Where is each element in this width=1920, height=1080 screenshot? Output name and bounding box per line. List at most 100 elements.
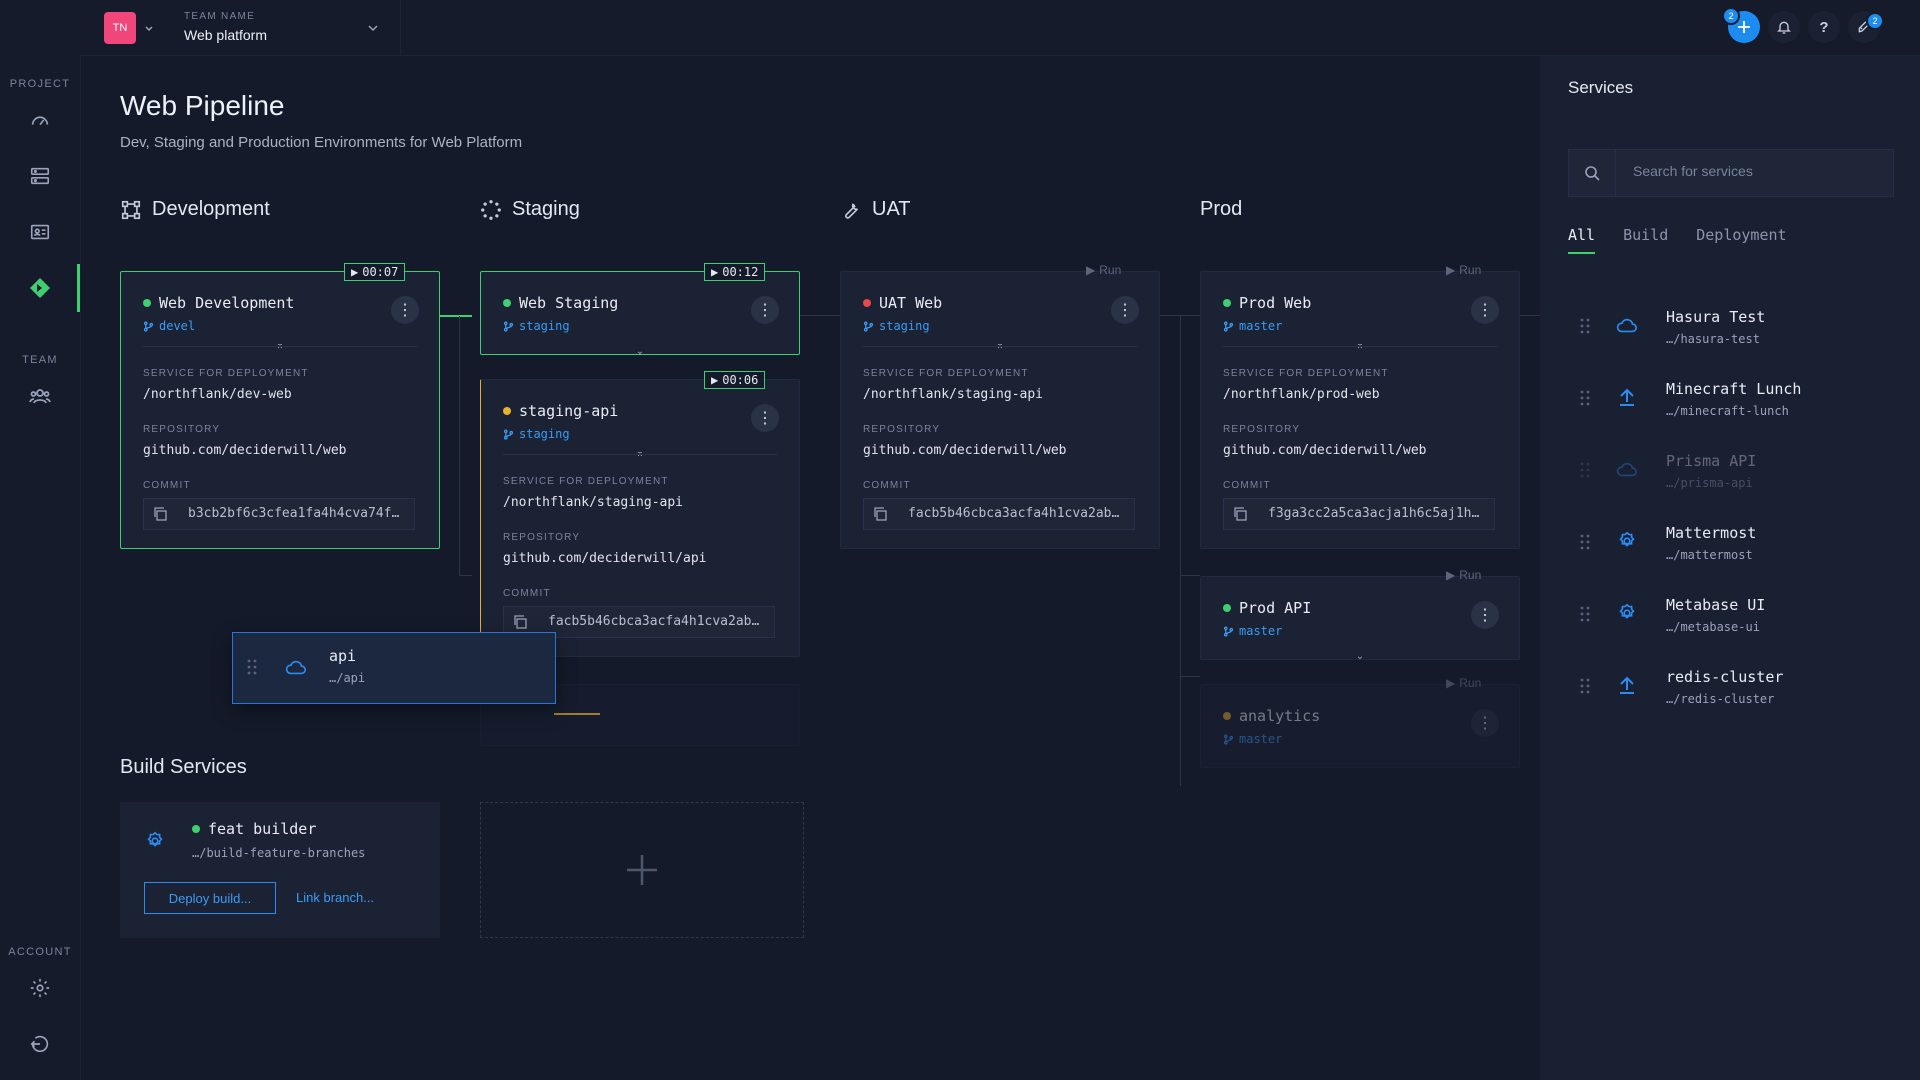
team-switcher[interactable]: TN TEAM NAME Web platform [104,0,400,55]
search-input[interactable] [1631,162,1885,180]
run-button[interactable]: ▶ Run [1446,568,1481,582]
service-item-metabase-ui[interactable]: Metabase UI …/metabase-ui [1568,584,1892,648]
column-header-uat: UAT [840,198,911,221]
timer-badge: ▶ 00:12 [704,263,766,281]
service-path: …/prisma-api [1666,476,1753,490]
commit-field[interactable]: f3ga3cc2a5ca3acja1h6c5aj1h… [1223,498,1495,530]
card-web-development[interactable]: Web Development devel ⋮ ⌅ SERVICE FOR DE… [120,271,440,549]
column-title: Staging [512,198,580,220]
run-button[interactable]: ▶ Run [1446,676,1481,690]
branch-link[interactable]: staging [863,319,930,333]
service-name: Minecraft Lunch [1666,380,1802,398]
gear-icon [1614,600,1640,626]
chevron-down-icon [368,25,378,32]
build-services-title: Build Services [120,756,247,778]
drag-handle-icon[interactable] [1580,534,1590,550]
card-prod-web[interactable]: Prod Web master ⋮ ⌅ SERVICE FOR DEPLOYME… [1200,271,1520,549]
connector-prod-end [1520,315,1540,316]
deploy-build-button[interactable]: Deploy build... [144,882,276,914]
card-web-staging[interactable]: Web Staging staging ⋮ ⌄ [480,271,800,357]
service-item-minecraft-lunch[interactable]: Minecraft Lunch …/minecraft-lunch [1568,368,1892,432]
services-tabs: All Build Deployment [1568,226,1787,254]
drag-handle-icon[interactable] [1580,390,1590,406]
card-menu-button[interactable]: ⋮ [751,404,779,432]
expand-icon[interactable]: ⌄ [1356,651,1364,662]
tab-build[interactable]: Build [1623,226,1668,254]
branch-link[interactable]: staging [503,427,570,441]
help-button[interactable]: ? [1808,11,1840,43]
run-button[interactable]: ▶ Run [1086,263,1121,277]
card-menu-button[interactable]: ⋮ [1111,296,1139,324]
card-menu-button[interactable]: ⋮ [1471,601,1499,629]
service-item-hasura-test[interactable]: Hasura Test …/hasura-test [1568,296,1892,360]
drag-handle-icon[interactable] [1580,318,1590,334]
card-menu-button[interactable]: ⋮ [391,296,419,324]
card-name: UAT Web [879,294,943,312]
repository-value: github.com/deciderwill/api [503,551,707,566]
git-branch-icon [143,320,154,332]
add-build-service-tile[interactable] [480,802,804,938]
branch-link[interactable]: staging [503,319,570,333]
branch-name: master [1239,624,1283,638]
connector-dev-vertical [459,316,460,576]
drag-handle-icon[interactable] [1580,462,1590,478]
commit-hash: facb5b46cbca3acfa4h1cva2ab… [548,614,760,629]
left-sidebar: PROJECT TEAM ACCOUNT [0,0,81,1080]
card-uat-web[interactable]: UAT Web staging ⋮ ⌅ SERVICE FOR DEPLOYME… [840,271,1160,549]
repository-label: REPOSITORY [503,532,581,543]
card-menu-button[interactable]: ⋮ [1471,296,1499,324]
status-dot [503,299,511,307]
branch-link[interactable]: master [1223,732,1282,746]
branch-link[interactable]: master [1223,319,1282,333]
drag-handle-icon[interactable] [1580,678,1590,694]
branch-link[interactable]: devel [143,319,195,333]
services-nav-button[interactable] [24,160,56,192]
dragged-service-card[interactable]: api …/api [232,632,556,704]
commit-label: COMMIT [863,480,911,491]
tab-all[interactable]: All [1568,226,1596,254]
settings-icon [30,978,50,998]
link-branch-button[interactable]: Link branch... [296,882,374,912]
card-staging-api[interactable]: staging-api staging ⋮ ⌅ SERVICE FOR DEPL… [480,379,800,657]
notifications-button[interactable] [1768,11,1800,43]
logout-nav-button[interactable] [24,1028,56,1060]
settings-nav-button[interactable] [24,972,56,1004]
status-dot [1223,604,1231,612]
card-name: staging-api [519,402,619,420]
tab-deployment[interactable]: Deployment [1696,226,1786,254]
kebab-icon: ⋮ [757,410,773,427]
pipeline-nav-button[interactable] [24,272,56,304]
cloud-icon [1614,456,1640,482]
team-nav-button[interactable] [24,380,56,412]
column-header-prod: Prod [1200,198,1242,221]
card-name: analytics [1239,707,1321,725]
card-prod-api[interactable]: Prod API master ⋮ ⌄ [1200,576,1520,662]
repository-value: github.com/deciderwill/web [143,443,347,458]
service-item-prisma-api[interactable]: Prisma API …/prisma-api [1568,440,1892,504]
commit-field[interactable]: b3cb2bf6c3cfea1fa4h4cva74f… [143,498,415,530]
service-item-mattermost[interactable]: Mattermost …/mattermost [1568,512,1892,576]
kebab-icon: ⋮ [1477,302,1493,319]
service-item-redis-cluster[interactable]: redis-cluster …/redis-cluster [1568,656,1892,720]
card-name: Web Staging [519,294,619,312]
play-icon: ▶ [351,265,359,279]
drag-handle-icon[interactable] [1580,606,1590,622]
services-icon [30,167,50,185]
commit-field[interactable]: facb5b46cbca3acfa4h1cva2ab… [863,498,1135,530]
column-header-staging: Staging [480,198,580,221]
status-dot [1223,299,1231,307]
service-name: Hasura Test [1666,308,1766,326]
staging-icon [481,199,501,220]
dashboard-nav-button[interactable] [24,104,56,136]
contacts-nav-button[interactable] [24,216,56,248]
build-service-card[interactable]: feat builder …/build-feature-branches De… [120,802,440,938]
service-path: …/api [329,671,366,685]
card-menu-button[interactable]: ⋮ [751,296,779,324]
branch-link[interactable]: master [1223,624,1282,638]
expand-icon[interactable]: ⌄ [636,346,644,357]
run-label: Run [1459,263,1482,277]
card-menu-button[interactable]: ⋮ [1471,709,1499,737]
run-button[interactable]: ▶ Run [1446,263,1481,277]
card-analytics[interactable]: analytics master ⋮ [1200,684,1520,768]
drag-handle-icon[interactable] [247,659,257,675]
